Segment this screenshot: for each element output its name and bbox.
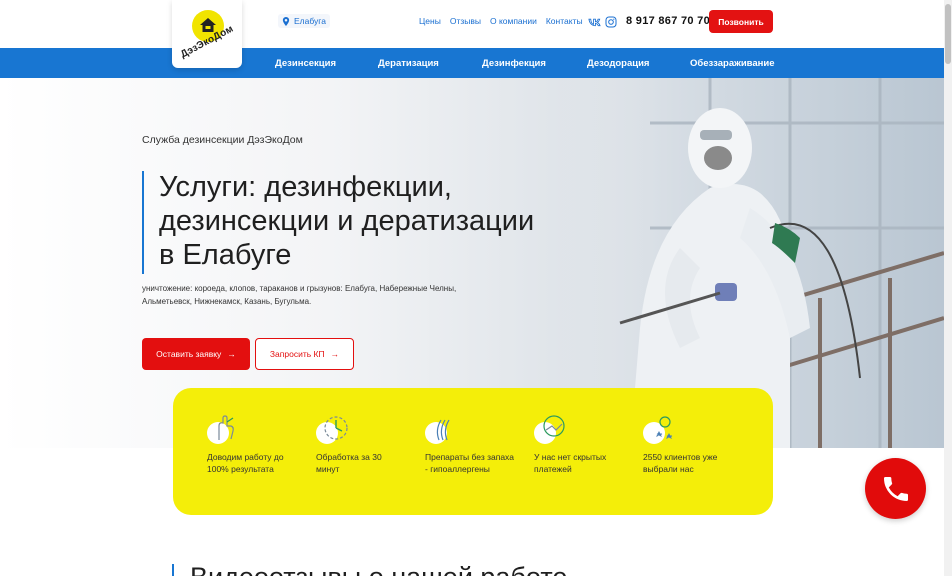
- floating-call-button[interactable]: [865, 458, 926, 519]
- hero-subtitle: Служба дезинсекции ДэзЭкоДом: [142, 134, 303, 146]
- features-panel: Доводим работу до 100% результата Обрабо…: [173, 388, 773, 515]
- clients-icon: [643, 414, 673, 444]
- hero-title-accent-bar: [142, 171, 144, 274]
- arrow-right-icon: →: [227, 349, 236, 359]
- feature-text: Препараты без запаха - гипоаллергены: [425, 452, 514, 474]
- top-navigation: Цены Отзывы О компании Контакты: [419, 16, 583, 26]
- call-button[interactable]: Позвонить: [709, 10, 773, 33]
- feature-text: Доводим работу до 100% результата: [207, 452, 284, 474]
- feature-item: Обработка за 30 минут: [316, 414, 406, 475]
- wave-icon: [425, 414, 455, 444]
- city-label: Елабуга: [294, 16, 326, 26]
- phone-icon: [883, 476, 908, 501]
- feature-item: Доводим работу до 100% результата: [207, 414, 297, 475]
- instagram-icon[interactable]: [605, 15, 617, 28]
- hero-description: уничтожение: короеда, клопов, тараканов …: [142, 283, 502, 308]
- section-accent-bar: [172, 564, 174, 576]
- nav-item-dezodoraciya[interactable]: Дезодорация: [587, 58, 649, 69]
- feature-item: У нас нет скрытых платежей: [534, 414, 624, 475]
- hero-description-line: Альметьевск, Нижнекамск, Казань, Бугульм…: [142, 296, 312, 306]
- site-logo[interactable]: ДэзЭкоДом: [172, 0, 242, 68]
- nav-item-obezzarazhivanie[interactable]: Обеззараживание: [690, 58, 775, 69]
- section-title: Видеоотзывы о нашей работе: [190, 562, 567, 576]
- request-offer-label: Запросить КП: [269, 349, 325, 359]
- feature-item: 2550 клиентов уже выбрали нас: [643, 414, 733, 475]
- vk-icon[interactable]: [588, 15, 601, 27]
- hero-description-line: уничтожение: короеда, клопов, тараканов …: [142, 284, 457, 293]
- feature-text: У нас нет скрытых платежей: [534, 452, 607, 474]
- location-pin-icon: [282, 16, 290, 26]
- feature-item: Препараты без запаха - гипоаллергены: [425, 414, 515, 475]
- hand-ok-icon: [207, 414, 237, 444]
- nav-link-reviews[interactable]: Отзывы: [450, 16, 481, 26]
- hero-title-line: дезинсекции и дератизации: [159, 205, 535, 237]
- social-links: [588, 15, 617, 28]
- site-header: Елабуга Цены Отзывы О компании Контакты …: [0, 0, 944, 48]
- request-offer-button[interactable]: Запросить КП →: [255, 338, 354, 370]
- nav-link-about[interactable]: О компании: [490, 16, 537, 26]
- phone-number[interactable]: 8 917 867 70 70: [626, 15, 710, 27]
- feature-text: Обработка за 30 минут: [316, 452, 382, 474]
- main-navigation: Дезинсекция Дератизация Дезинфекция Дезо…: [0, 48, 944, 78]
- scrollbar-track[interactable]: [944, 0, 952, 576]
- handshake-icon: [534, 414, 565, 444]
- hero-title-line: в Елабуге: [159, 239, 292, 271]
- hero-title-line: Услуги: дезинфекции,: [159, 171, 452, 203]
- scrollbar-thumb[interactable]: [945, 4, 951, 64]
- nav-item-dezinsekciya[interactable]: Дезинсекция: [275, 58, 336, 69]
- timer-icon: [316, 414, 348, 444]
- submit-request-label: Оставить заявку: [156, 349, 222, 359]
- submit-request-button[interactable]: Оставить заявку →: [142, 338, 250, 370]
- city-selector[interactable]: Елабуга: [278, 14, 330, 28]
- nav-link-contacts[interactable]: Контакты: [546, 16, 583, 26]
- nav-item-deratizaciya[interactable]: Дератизация: [378, 58, 439, 69]
- nav-item-dezinfekciya[interactable]: Дезинфекция: [482, 58, 546, 69]
- feature-text: 2550 клиентов уже выбрали нас: [643, 452, 718, 474]
- arrow-right-icon: →: [330, 349, 340, 359]
- nav-link-prices[interactable]: Цены: [419, 16, 441, 26]
- hero-title: Услуги: дезинфекции, дезинсекции и дерат…: [159, 170, 579, 272]
